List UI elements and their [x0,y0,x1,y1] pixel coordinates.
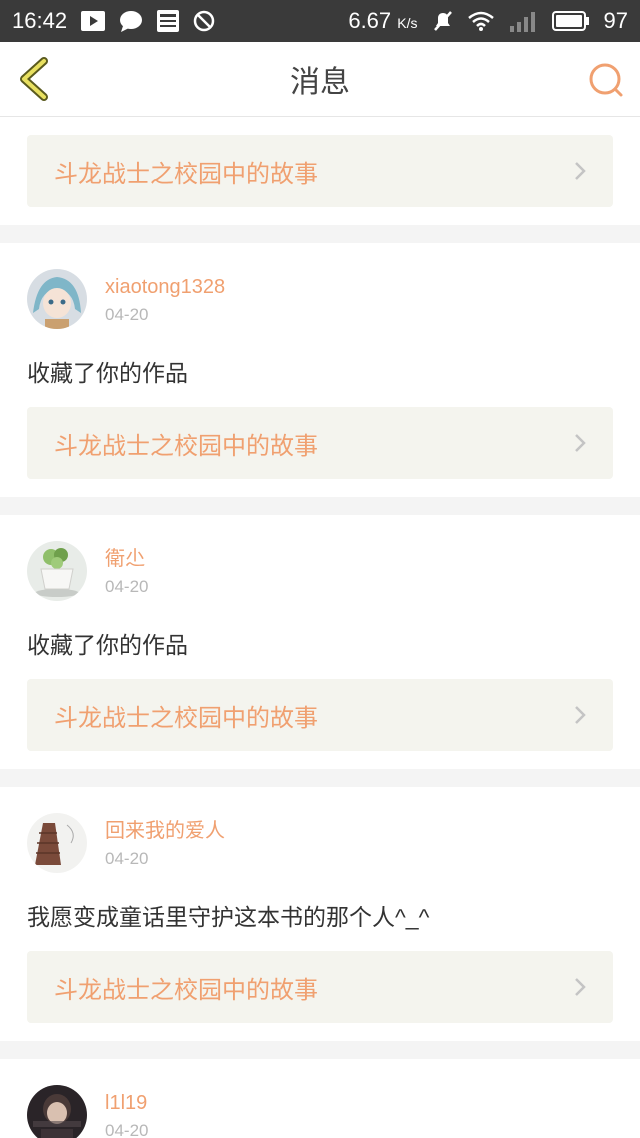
book-link[interactable]: 斗龙战士之校园中的故事 [27,951,613,1023]
book-title: 斗龙战士之校园中的故事 [54,704,318,732]
chevron-right-icon [573,975,589,999]
message-date: 04-20 [105,305,149,324]
message-date: 04-20 [105,577,149,596]
username[interactable]: 回来我的爱人 [105,819,225,843]
user-meta: 回来我的爱人 04-20 [105,813,225,869]
status-bar-right: 6.67 K/s 97 [348,8,628,34]
page-title: 消息 [290,66,350,99]
message-text: 收藏了你的作品 [27,632,188,658]
network-speed: 6.67 K/s [348,8,418,33]
user-meta: 衛尐 04-20 [105,541,148,597]
book-title: 斗龙战士之校园中的故事 [54,432,318,460]
back-button[interactable] [14,56,54,102]
message-card: xiaotong1328 04-20 收藏了你的作品 斗龙战士之校园中的故事 [0,243,640,497]
signal-icon [508,10,538,32]
wifi-icon [467,11,494,31]
book-title: 斗龙战士之校园中的故事 [54,160,318,188]
chevron-right-icon [573,703,589,727]
message-header: xiaotong1328 04-20 [27,269,613,331]
message-header: l1l19 04-20 [27,1085,613,1138]
message-date: 04-20 [105,1121,149,1138]
message-date: 04-20 [105,849,149,868]
message-card: 衛尐 04-20 收藏了你的作品 斗龙战士之校园中的故事 [0,515,640,769]
message-text: 我愿变成童话里守护这本书的那个人^_^ [27,904,430,930]
message-header: 回来我的爱人 04-20 [27,813,613,875]
battery-level: 97 [603,8,628,33]
status-bar-left: 16:42 [12,8,215,34]
message-list: 斗龙战士之校园中的故事 xiaotong1328 04-20 收藏了你的作品 斗… [0,117,640,1138]
username[interactable]: l1l19 [105,1091,148,1115]
search-button[interactable] [586,60,626,100]
play-icon [81,11,106,31]
user-meta: l1l19 04-20 [105,1085,148,1138]
do-not-disturb-icon [193,10,215,32]
chevron-left-icon [20,57,48,101]
search-icon [589,63,623,97]
status-time: 16:42 [12,8,68,33]
chat-icon [119,10,143,32]
status-bar: 16:42 6.67 K/s 97 [0,0,640,42]
message-card: 回来我的爱人 04-20 我愿变成童话里守护这本书的那个人^_^ 斗龙战士之校园… [0,787,640,1041]
avatar[interactable] [27,541,87,601]
book-title: 斗龙战士之校园中的故事 [54,976,318,1004]
news-icon [157,10,180,32]
book-link[interactable]: 斗龙战士之校园中的故事 [27,407,613,479]
avatar[interactable] [27,1085,87,1138]
avatar[interactable] [27,269,87,329]
battery-icon [551,10,590,32]
message-card: l1l19 04-20 [0,1059,640,1138]
message-card: 斗龙战士之校园中的故事 [0,117,640,225]
user-meta: xiaotong1328 04-20 [105,269,225,325]
username[interactable]: xiaotong1328 [105,275,225,299]
message-header: 衛尐 04-20 [27,541,613,603]
mute-icon [432,10,454,32]
nav-bar: 消息 [0,42,640,117]
chevron-right-icon [573,159,589,183]
message-text: 收藏了你的作品 [27,360,188,386]
book-link[interactable]: 斗龙战士之校园中的故事 [27,135,613,207]
book-link[interactable]: 斗龙战士之校园中的故事 [27,679,613,751]
avatar[interactable] [27,813,87,873]
username[interactable]: 衛尐 [105,547,148,571]
chevron-right-icon [573,431,589,455]
